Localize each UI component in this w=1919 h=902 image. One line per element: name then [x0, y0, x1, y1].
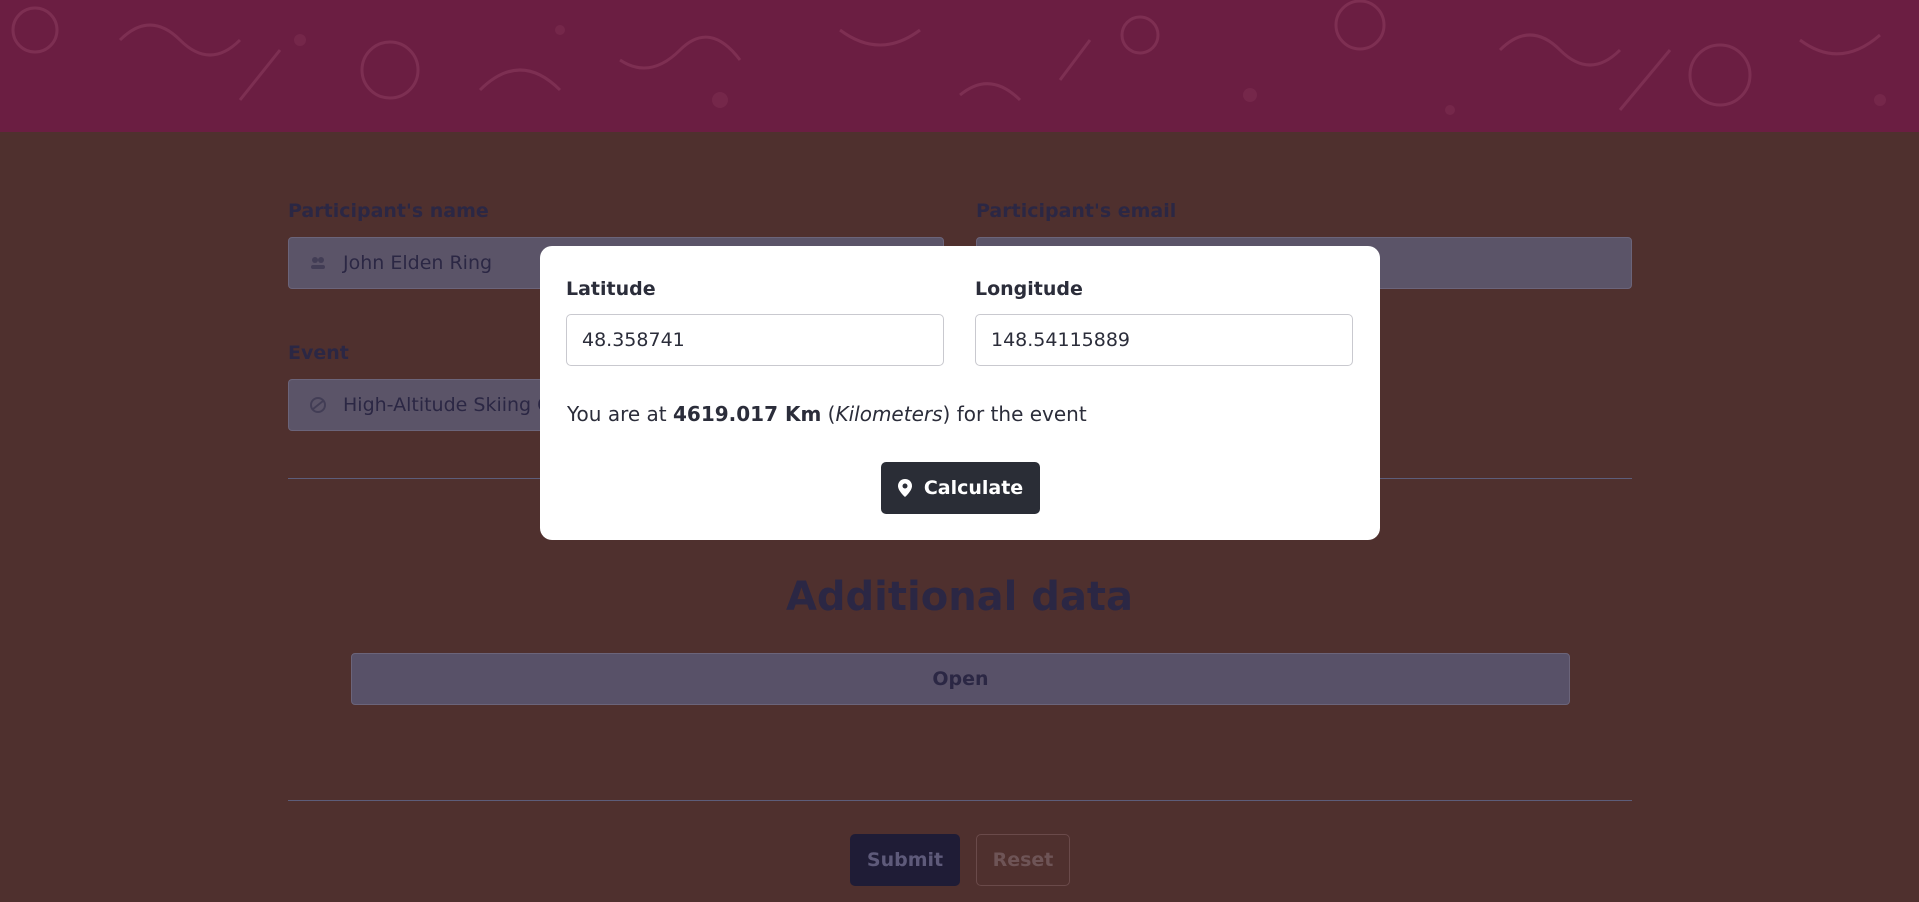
submit-button[interactable]: Submit — [850, 834, 960, 886]
longitude-input[interactable] — [975, 314, 1353, 366]
latitude-input[interactable] — [566, 314, 944, 366]
distance-modal: Latitude Longitude You are at 4619.017 K… — [540, 246, 1380, 540]
banner-pattern — [0, 0, 1919, 132]
email-label: Participant's email — [976, 200, 1177, 222]
latitude-label: Latitude — [566, 278, 656, 300]
users-icon — [311, 257, 325, 269]
calculate-button[interactable]: Calculate — [881, 462, 1040, 514]
map-pin-icon — [897, 479, 912, 497]
result-unit: Kilometers — [835, 402, 943, 426]
distance-result: You are at 4619.017 Km (Kilometers) for … — [567, 402, 1087, 426]
additional-data-title: Additional data — [785, 574, 1134, 620]
event-value: High-Altitude Skiing C — [343, 394, 551, 416]
longitude-label: Longitude — [975, 278, 1083, 300]
header-banner — [0, 0, 1919, 132]
event-label: Event — [288, 342, 349, 364]
result-prefix: You are at — [567, 402, 673, 426]
name-value: John Elden Ring — [343, 252, 493, 274]
open-button[interactable]: Open — [351, 653, 1570, 705]
result-distance: 4619.017 Km — [673, 402, 822, 426]
divider-bottom — [288, 800, 1632, 801]
result-suffix: ) for the event — [942, 402, 1087, 426]
result-open-paren: ( — [821, 402, 836, 426]
name-label: Participant's name — [288, 200, 489, 222]
calculate-label: Calculate — [923, 477, 1024, 499]
event-icon — [310, 397, 326, 413]
reset-button[interactable]: Reset — [976, 834, 1070, 886]
